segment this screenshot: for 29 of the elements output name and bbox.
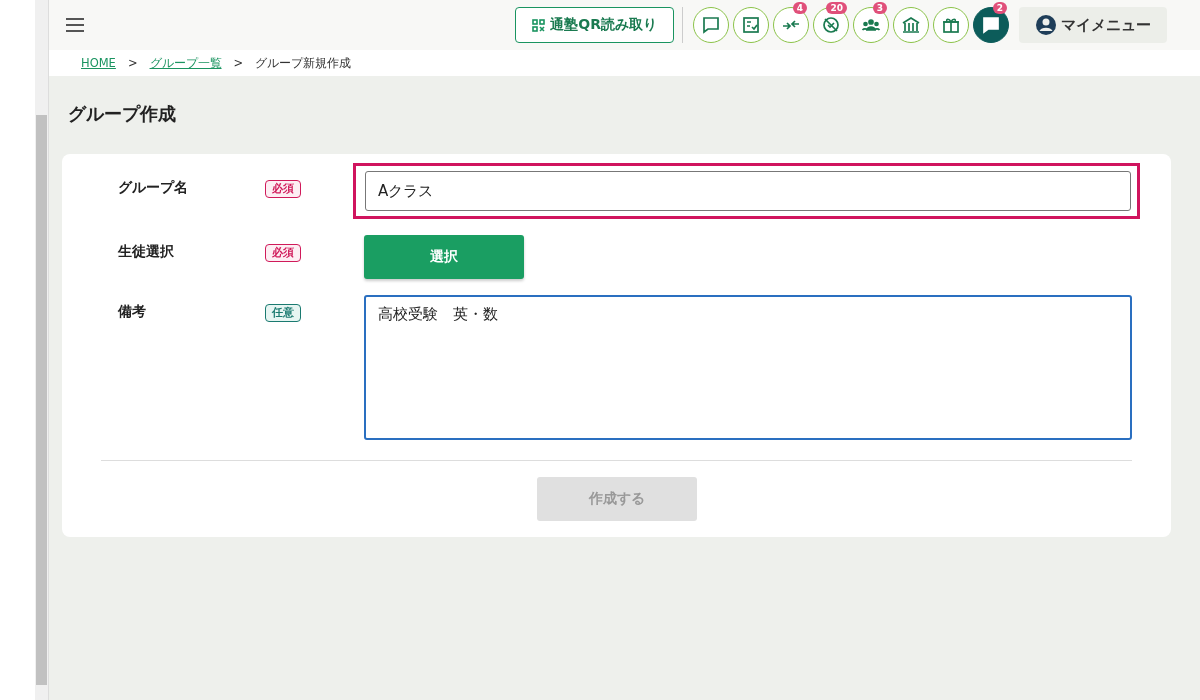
optional-tag: 任意 (265, 304, 301, 322)
breadcrumb-link[interactable]: グループ一覧 (149, 55, 222, 71)
breadcrumb-text: グループ新規作成 (255, 55, 352, 71)
qr-scan-button[interactable]: 通塾QR読み取り (515, 7, 674, 43)
breadcrumb-text: > (127, 56, 138, 70)
count-badge: 2 (992, 2, 1007, 14)
field-label: グループ名 (117, 178, 189, 197)
message-icon[interactable] (693, 7, 729, 43)
page-title: グループ作成 (68, 102, 177, 126)
required-tag: 必須 (265, 180, 301, 198)
school-icon[interactable] (893, 7, 929, 43)
input-field[interactable]: Aクラス (365, 171, 1131, 211)
required-tag: 必須 (265, 244, 301, 262)
breadcrumb-link[interactable]: HOME (81, 56, 116, 70)
qr-code-icon (532, 18, 546, 32)
count-badge: 4 (792, 2, 807, 14)
count-badge: 20 (826, 2, 847, 14)
scrollbar[interactable] (35, 0, 49, 700)
select-button[interactable]: 選択 (364, 235, 524, 279)
task-list-icon[interactable] (733, 7, 769, 43)
field-label: 備考 (117, 302, 147, 321)
count-badge: 3 (872, 2, 887, 14)
breadcrumb-text: > (233, 56, 244, 70)
my-menu-button[interactable]: マイメニュー (1019, 7, 1167, 43)
field-label: 生徒選択 (117, 242, 175, 261)
user-avatar-icon (1035, 14, 1057, 36)
menu-icon[interactable] (65, 17, 85, 33)
textarea-field[interactable]: 高校受験 英・数 (364, 295, 1132, 440)
gift-icon[interactable] (933, 7, 969, 43)
